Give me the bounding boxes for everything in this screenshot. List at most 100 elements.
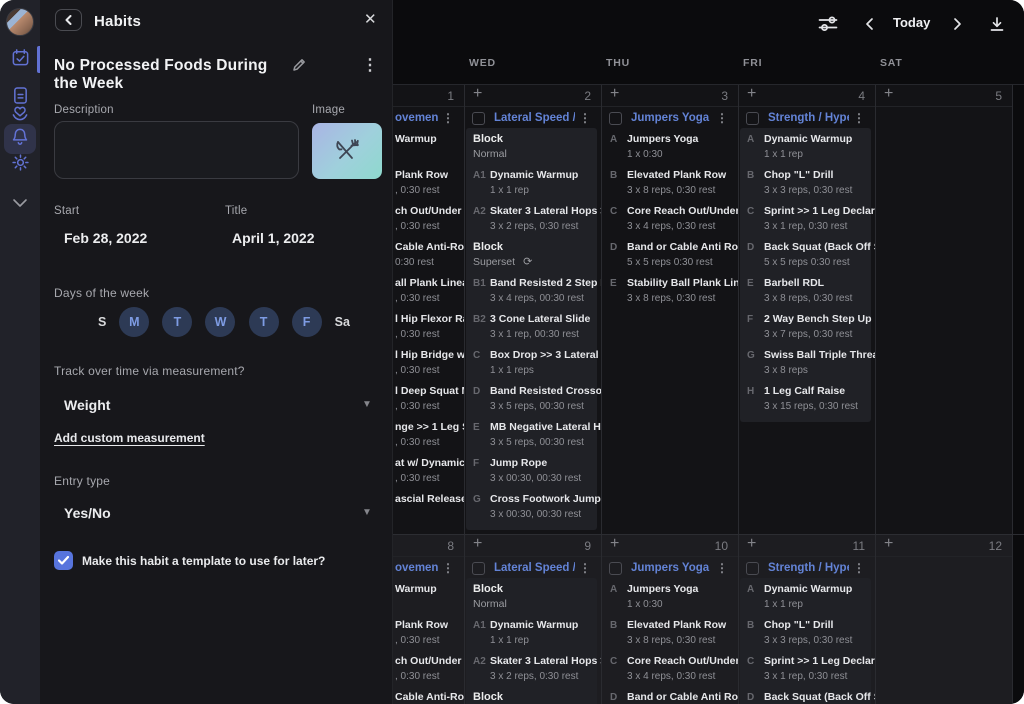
workout-title[interactable]: Lateral Speed / Plyo: [494, 562, 575, 574]
back-button[interactable]: [55, 9, 82, 31]
workout-title-row[interactable]: Lateral Speed / Plyo ⋮: [464, 558, 601, 578]
add-workout-button[interactable]: +: [473, 536, 482, 552]
next-week-button[interactable]: [946, 13, 968, 35]
workout-title[interactable]: Lateral Speed / Plyo: [494, 112, 575, 124]
description-input[interactable]: [54, 121, 299, 179]
close-icon[interactable]: ✕: [364, 10, 377, 28]
exercise-row-partial[interactable]: nge >> 1 Leg St..., 0:30 rest: [393, 420, 464, 456]
workout-checkbox[interactable]: [609, 112, 622, 125]
workout-menu-kebab-icon[interactable]: ⋮: [853, 112, 865, 124]
exercise-row[interactable]: AJumpers Yoga1 x 0:30: [601, 132, 738, 168]
exercise-row-partial[interactable]: at w/ Dynamic P..., 0:30 rest: [393, 456, 464, 492]
exercise-row-partial[interactable]: ch Out/Under, 0:30 rest: [393, 654, 464, 690]
add-custom-measurement-link[interactable]: Add custom measurement: [54, 431, 205, 445]
workout-title-row[interactable]: Jumpers Yoga / Core ⋮: [601, 558, 738, 578]
exercise-row[interactable]: EStability Ball Plank Linear ...3 x 8 re…: [601, 276, 738, 312]
exercise-row-partial[interactable]: ascial Release C...: [393, 492, 464, 528]
entry-type-select-value[interactable]: Yes/No: [64, 505, 111, 521]
workout-menu-kebab-icon[interactable]: ⋮: [579, 112, 591, 124]
add-workout-button[interactable]: +: [884, 86, 893, 102]
edit-pencil-icon[interactable]: [292, 58, 306, 77]
workout-checkbox[interactable]: [609, 562, 622, 575]
exercise-row[interactable]: A2Skater 3 Lateral Hops >> ...3 x 2 reps…: [464, 204, 601, 240]
day-of-week-toggle[interactable]: F: [292, 307, 322, 337]
workout-title-row[interactable]: Lateral Speed / Plyo ⋮: [464, 108, 601, 128]
exercise-row-partial[interactable]: Cable Anti-Rotati...0:30 rest: [393, 240, 464, 276]
exercise-row-partial[interactable]: l Hip Flexor Rais..., 0:30 rest: [393, 312, 464, 348]
exercise-row[interactable]: DBack Squat (Back Off Set)5 x 5 reps 0:3…: [738, 240, 875, 276]
exercise-row-partial[interactable]: l Deep Squat Mo..., 0:30 rest: [393, 384, 464, 420]
workout-title[interactable]: Strength / Hypertro...: [768, 112, 849, 124]
exercise-row-partial[interactable]: ch Out/Under, 0:30 rest: [393, 204, 464, 240]
today-button[interactable]: Today: [893, 15, 930, 30]
add-workout-button[interactable]: +: [747, 536, 756, 552]
download-icon[interactable]: [986, 13, 1008, 35]
template-checkbox[interactable]: [54, 551, 73, 570]
workout-menu-kebab-icon[interactable]: ⋮: [442, 562, 454, 574]
day-of-week-toggle[interactable]: S: [98, 307, 106, 337]
habit-menu-kebab-icon[interactable]: ⋮: [362, 58, 378, 74]
exercise-row[interactable]: BChop "L" Drill3 x 3 reps, 0:30 rest: [738, 168, 875, 204]
workout-menu-kebab-icon[interactable]: ⋮: [716, 112, 728, 124]
exercise-row[interactable]: CSprint >> 1 Leg Declarations3 x 1 rep, …: [738, 654, 875, 690]
user-avatar[interactable]: [6, 8, 34, 36]
workout-menu-kebab-icon[interactable]: ⋮: [716, 562, 728, 574]
exercise-row[interactable]: F2 Way Bench Step Up3 x 7 reps, 0:30 res…: [738, 312, 875, 348]
sidebar-item-chevron-down[interactable]: [0, 189, 40, 219]
measurement-select-chevron-icon[interactable]: ▼: [362, 399, 372, 410]
add-workout-button[interactable]: +: [610, 86, 619, 102]
workout-checkbox[interactable]: [472, 112, 485, 125]
exercise-row[interactable]: GCross Footwork Jump Rope3 x 00:30, 00:3…: [464, 492, 601, 528]
end-date-value[interactable]: April 1, 2022: [232, 230, 315, 246]
exercise-row[interactable]: BElevated Plank Row3 x 8 reps, 0:30 rest: [601, 168, 738, 204]
exercise-row[interactable]: ADynamic Warmup1 x 1 rep: [738, 582, 875, 618]
workout-title-row[interactable]: Strength / Hypertro...⋮: [738, 558, 875, 578]
exercise-row[interactable]: CBox Drop >> 3 Lateral H...1 x 1 reps: [464, 348, 601, 384]
exercise-row[interactable]: B1Band Resisted 2 Step Late...3 x 4 reps…: [464, 276, 601, 312]
exercise-row[interactable]: CCore Reach Out/Under3 x 4 reps, 0:30 re…: [601, 204, 738, 240]
entry-type-select-chevron-icon[interactable]: ▼: [362, 507, 372, 518]
workout-title-row[interactable]: ovement Q... ⋮: [393, 108, 464, 128]
exercise-row[interactable]: EMB Negative Lateral Hop...3 x 5 reps, 0…: [464, 420, 601, 456]
exercise-row[interactable]: H1 Leg Calf Raise3 x 15 reps, 0:30 rest: [738, 384, 875, 420]
workout-checkbox[interactable]: [746, 562, 759, 575]
workout-title[interactable]: ovement Q...: [395, 562, 438, 574]
exercise-row[interactable]: FJump Rope3 x 00:30, 00:30 rest: [464, 456, 601, 492]
exercise-row-partial[interactable]: all Plank Linear ..., 0:30 rest: [393, 276, 464, 312]
workout-title-row[interactable]: ovement Q... ⋮: [393, 558, 464, 578]
workout-checkbox[interactable]: [746, 112, 759, 125]
exercise-row[interactable]: DBand or Cable Anti Rotati...5 x 5 reps …: [601, 690, 738, 704]
workout-checkbox[interactable]: [472, 562, 485, 575]
day-of-week-toggle[interactable]: W: [205, 307, 235, 337]
prev-week-button[interactable]: [859, 13, 881, 35]
day-of-week-toggle[interactable]: T: [162, 307, 192, 337]
workout-title[interactable]: ovement Q...: [395, 112, 438, 124]
start-date-value[interactable]: Feb 28, 2022: [64, 230, 147, 246]
day-of-week-toggle[interactable]: Sa: [335, 307, 350, 337]
day-of-week-toggle[interactable]: T: [249, 307, 279, 337]
workout-menu-kebab-icon[interactable]: ⋮: [442, 112, 454, 124]
measurement-select-value[interactable]: Weight: [64, 397, 110, 413]
exercise-row-partial[interactable]: Cable Anti-Rotati...0:30 rest: [393, 690, 464, 704]
exercise-row[interactable]: CCore Reach Out/Under3 x 4 reps, 0:30 re…: [601, 654, 738, 690]
exercise-row[interactable]: ADynamic Warmup1 x 1 rep: [738, 132, 875, 168]
workout-menu-kebab-icon[interactable]: ⋮: [579, 562, 591, 574]
exercise-row[interactable]: GSwiss Ball Triple Threat3 x 8 reps: [738, 348, 875, 384]
exercise-row-partial[interactable]: Plank Row, 0:30 rest: [393, 618, 464, 654]
exercise-row[interactable]: AJumpers Yoga1 x 0:30: [601, 582, 738, 618]
exercise-row[interactable]: BChop "L" Drill3 x 3 reps, 0:30 rest: [738, 618, 875, 654]
workout-title-row[interactable]: Jumpers Yoga / Core⋮: [601, 108, 738, 128]
exercise-row[interactable]: A2Skater 3 Lateral Hops >> ...3 x 2 reps…: [464, 654, 601, 690]
exercise-row-partial[interactable]: Warmup: [393, 582, 464, 618]
day-of-week-toggle[interactable]: M: [119, 307, 149, 337]
filter-sliders-icon[interactable]: [817, 13, 839, 35]
workout-title[interactable]: Jumpers Yoga / Core: [631, 562, 712, 574]
exercise-row[interactable]: EBarbell RDL3 x 8 reps, 0:30 rest: [738, 276, 875, 312]
habit-image-thumbnail[interactable]: [312, 123, 382, 179]
add-workout-button[interactable]: +: [473, 86, 482, 102]
exercise-row[interactable]: A1Dynamic Warmup1 x 1 rep: [464, 618, 601, 654]
exercise-row[interactable]: DBand or Cable Anti Rotati...5 x 5 reps …: [601, 240, 738, 276]
exercise-row[interactable]: A1Dynamic Warmup1 x 1 rep: [464, 168, 601, 204]
add-workout-button[interactable]: +: [610, 536, 619, 552]
workout-title-row[interactable]: Strength / Hypertro... ⋮: [738, 108, 875, 128]
